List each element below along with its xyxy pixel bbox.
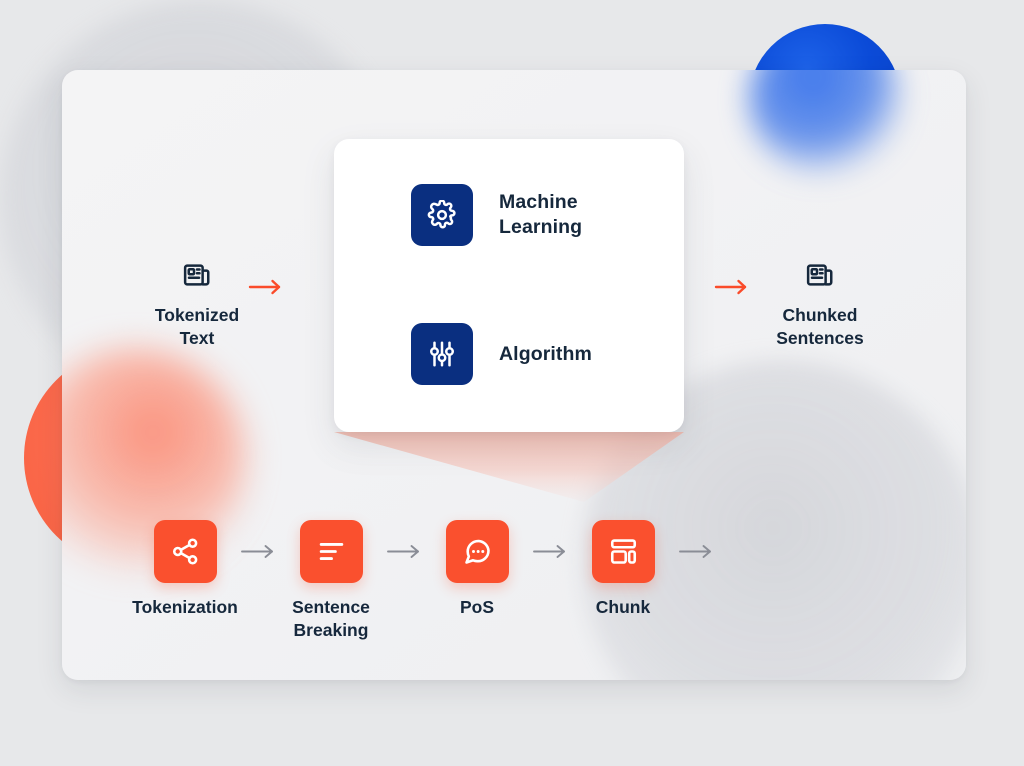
article-newspaper-icon — [805, 260, 835, 295]
diagram-canvas: Tokenized Text Chunked Sentences Machine… — [0, 0, 1024, 766]
arrow-right-gray-icon — [233, 520, 283, 560]
pipeline-step-tokenization[interactable]: Tokenization — [132, 520, 238, 619]
arrow-right-gray-icon — [525, 520, 575, 560]
gear-settings-icon — [411, 184, 473, 246]
pipeline-steps: Tokenization Sentence Breaking PoS Chunk — [132, 520, 721, 642]
pipeline-step-label: Chunk — [595, 597, 651, 617]
card-item-algorithm[interactable]: Algorithm — [411, 323, 684, 385]
pipeline-step-chunk[interactable]: Chunk — [575, 520, 671, 619]
main-panel: Tokenized Text Chunked Sentences Machine… — [62, 70, 966, 680]
pipeline-step-label: PoS — [459, 597, 495, 617]
pipeline-step-label: Tokenization — [132, 597, 238, 617]
text-lines-icon — [299, 520, 363, 583]
pipeline-step-sentence-breaking[interactable]: Sentence Breaking — [283, 520, 379, 642]
endpoint-chunked-sentences: Chunked Sentences — [735, 260, 905, 350]
card-item-machine-learning[interactable]: Machine Learning — [411, 184, 684, 246]
endpoint-tokenized-text: Tokenized Text — [112, 260, 282, 350]
callout-card: Machine Learning Algorithm — [334, 139, 684, 432]
arrow-right-orange-icon — [248, 278, 284, 301]
arrow-right-gray-icon — [671, 520, 721, 560]
article-newspaper-icon — [182, 260, 212, 295]
speech-bubble-dots-icon — [445, 520, 509, 583]
panel-blue-glow — [749, 70, 901, 176]
sliders-equalizer-icon — [411, 323, 473, 385]
pipeline-step-pos[interactable]: PoS — [429, 520, 525, 619]
arrow-right-orange-icon — [714, 278, 750, 301]
arrow-right-gray-icon — [379, 520, 429, 560]
card-item-label: Machine Learning — [499, 191, 583, 238]
endpoint-label: Chunked Sentences — [776, 305, 864, 349]
layout-blocks-icon — [591, 520, 655, 583]
endpoint-label: Tokenized Text — [154, 305, 240, 349]
pipeline-step-label: Sentence Breaking — [292, 597, 370, 640]
share-nodes-icon — [153, 520, 217, 583]
card-item-label: Algorithm — [499, 342, 592, 365]
